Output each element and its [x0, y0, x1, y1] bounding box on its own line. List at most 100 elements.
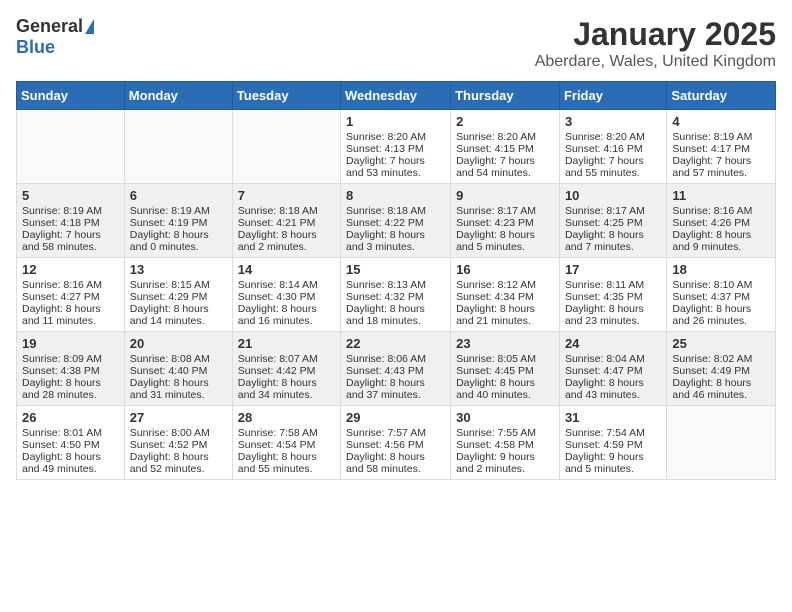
day-info-line: Sunrise: 8:20 AM — [456, 131, 554, 143]
day-info-line: and 54 minutes. — [456, 167, 554, 179]
day-info-line: Sunrise: 8:17 AM — [565, 205, 661, 217]
day-number: 10 — [565, 188, 661, 203]
day-info-line: Daylight: 9 hours — [456, 451, 554, 463]
day-number: 12 — [22, 262, 119, 277]
week-row-2: 12Sunrise: 8:16 AMSunset: 4:27 PMDayligh… — [17, 258, 776, 332]
calendar-cell: 18Sunrise: 8:10 AMSunset: 4:37 PMDayligh… — [667, 258, 776, 332]
day-number: 9 — [456, 188, 554, 203]
day-number: 22 — [346, 336, 445, 351]
day-info-line: and 53 minutes. — [346, 167, 445, 179]
calendar-cell: 13Sunrise: 8:15 AMSunset: 4:29 PMDayligh… — [124, 258, 232, 332]
day-info-line: Sunrise: 8:07 AM — [238, 353, 335, 365]
day-info-line: Daylight: 8 hours — [130, 451, 227, 463]
day-info-line: Sunset: 4:32 PM — [346, 291, 445, 303]
day-info-line: Sunset: 4:22 PM — [346, 217, 445, 229]
day-info-line: Sunset: 4:52 PM — [130, 439, 227, 451]
logo: General Blue — [16, 16, 94, 58]
day-number: 19 — [22, 336, 119, 351]
day-number: 15 — [346, 262, 445, 277]
day-info-line: Sunset: 4:58 PM — [456, 439, 554, 451]
weekday-header-friday: Friday — [559, 82, 666, 110]
day-info-line: Daylight: 8 hours — [130, 229, 227, 241]
calendar-cell: 28Sunrise: 7:58 AMSunset: 4:54 PMDayligh… — [232, 406, 340, 480]
day-info-line: Daylight: 8 hours — [238, 451, 335, 463]
day-info-line: Sunrise: 8:14 AM — [238, 279, 335, 291]
day-info-line: and 26 minutes. — [672, 315, 770, 327]
day-info-line: Sunrise: 8:08 AM — [130, 353, 227, 365]
calendar-cell — [124, 110, 232, 184]
calendar-cell: 14Sunrise: 8:14 AMSunset: 4:30 PMDayligh… — [232, 258, 340, 332]
calendar-cell: 2 Sunrise: 8:20 AMSunset: 4:15 PMDaylight… — [451, 110, 560, 184]
day-info-line: Sunset: 4:59 PM — [565, 439, 661, 451]
day-info-line: Sunset: 4:16 PM — [565, 143, 661, 155]
day-number: 16 — [456, 262, 554, 277]
calendar-cell: 4Sunrise: 8:19 AMSunset: 4:17 PMDaylight… — [667, 110, 776, 184]
day-info-line: Sunset: 4:15 PM — [456, 143, 554, 155]
day-info-line: Sunrise: 7:58 AM — [238, 427, 335, 439]
day-info-line: Sunrise: 7:54 AM — [565, 427, 661, 439]
day-info-line: and 52 minutes. — [130, 463, 227, 475]
day-info-line: Sunset: 4:23 PM — [456, 217, 554, 229]
day-info-line: Daylight: 8 hours — [22, 377, 119, 389]
day-info-line: Daylight: 8 hours — [456, 377, 554, 389]
weekday-header-saturday: Saturday — [667, 82, 776, 110]
day-info-line: Sunset: 4:17 PM — [672, 143, 770, 155]
day-info-line: Sunset: 4:40 PM — [130, 365, 227, 377]
day-info-line: Sunrise: 8:05 AM — [456, 353, 554, 365]
day-info-line: Sunset: 4:43 PM — [346, 365, 445, 377]
calendar-cell: 19Sunrise: 8:09 AMSunset: 4:38 PMDayligh… — [17, 332, 125, 406]
day-info-line: Sunrise: 8:00 AM — [130, 427, 227, 439]
day-info-line: Daylight: 8 hours — [672, 229, 770, 241]
day-info-line: Sunset: 4:30 PM — [238, 291, 335, 303]
day-info-line: Daylight: 8 hours — [456, 303, 554, 315]
day-number: 11 — [672, 188, 770, 203]
day-info-line: Sunset: 4:25 PM — [565, 217, 661, 229]
calendar-subtitle: Aberdare, Wales, United Kingdom — [535, 53, 776, 71]
day-info-line: and 58 minutes. — [346, 463, 445, 475]
day-info-line: Sunrise: 8:13 AM — [346, 279, 445, 291]
day-info-line: Daylight: 8 hours — [672, 303, 770, 315]
day-info-line: Sunrise: 8:16 AM — [672, 205, 770, 217]
calendar-cell: 21Sunrise: 8:07 AMSunset: 4:42 PMDayligh… — [232, 332, 340, 406]
week-row-3: 19Sunrise: 8:09 AMSunset: 4:38 PMDayligh… — [17, 332, 776, 406]
day-info-line: and 5 minutes. — [456, 241, 554, 253]
day-number: 24 — [565, 336, 661, 351]
day-info-line: and 49 minutes. — [22, 463, 119, 475]
day-info-line: Daylight: 8 hours — [22, 451, 119, 463]
calendar-cell: 24Sunrise: 8:04 AMSunset: 4:47 PMDayligh… — [559, 332, 666, 406]
day-info-line: Sunset: 4:35 PM — [565, 291, 661, 303]
day-number: 2 — [456, 114, 554, 129]
day-info-line: Daylight: 8 hours — [346, 229, 445, 241]
day-number: 30 — [456, 410, 554, 425]
weekday-header-thursday: Thursday — [451, 82, 560, 110]
calendar-cell — [667, 406, 776, 480]
day-info-line: and 34 minutes. — [238, 389, 335, 401]
day-info-line: Sunrise: 8:02 AM — [672, 353, 770, 365]
logo-triangle-icon — [85, 19, 94, 34]
day-number: 18 — [672, 262, 770, 277]
day-info-line: Sunset: 4:29 PM — [130, 291, 227, 303]
day-info-line: and 9 minutes. — [672, 241, 770, 253]
calendar-cell: 8Sunrise: 8:18 AMSunset: 4:22 PMDaylight… — [341, 184, 451, 258]
day-info-line: Sunrise: 8:09 AM — [22, 353, 119, 365]
weekday-header-sunday: Sunday — [17, 82, 125, 110]
day-info-line: Daylight: 8 hours — [130, 303, 227, 315]
day-info-line: Daylight: 8 hours — [346, 451, 445, 463]
weekday-header-wednesday: Wednesday — [341, 82, 451, 110]
calendar-cell: 12Sunrise: 8:16 AMSunset: 4:27 PMDayligh… — [17, 258, 125, 332]
day-info-line: and 14 minutes. — [130, 315, 227, 327]
day-info-line: and 18 minutes. — [346, 315, 445, 327]
calendar-cell: 25Sunrise: 8:02 AMSunset: 4:49 PMDayligh… — [667, 332, 776, 406]
day-number: 28 — [238, 410, 335, 425]
calendar-title: January 2025 — [535, 16, 776, 53]
day-info-line: Daylight: 7 hours — [456, 155, 554, 167]
day-info-line: Sunrise: 8:10 AM — [672, 279, 770, 291]
day-info-line: Sunrise: 8:18 AM — [346, 205, 445, 217]
day-info-line: Daylight: 7 hours — [565, 155, 661, 167]
calendar-cell: 6Sunrise: 8:19 AMSunset: 4:19 PMDaylight… — [124, 184, 232, 258]
calendar-cell: 5Sunrise: 8:19 AMSunset: 4:18 PMDaylight… — [17, 184, 125, 258]
day-info-line: Daylight: 8 hours — [672, 377, 770, 389]
day-number: 6 — [130, 188, 227, 203]
calendar-cell: 1Sunrise: 8:20 AMSunset: 4:13 PMDaylight… — [341, 110, 451, 184]
day-number: 17 — [565, 262, 661, 277]
